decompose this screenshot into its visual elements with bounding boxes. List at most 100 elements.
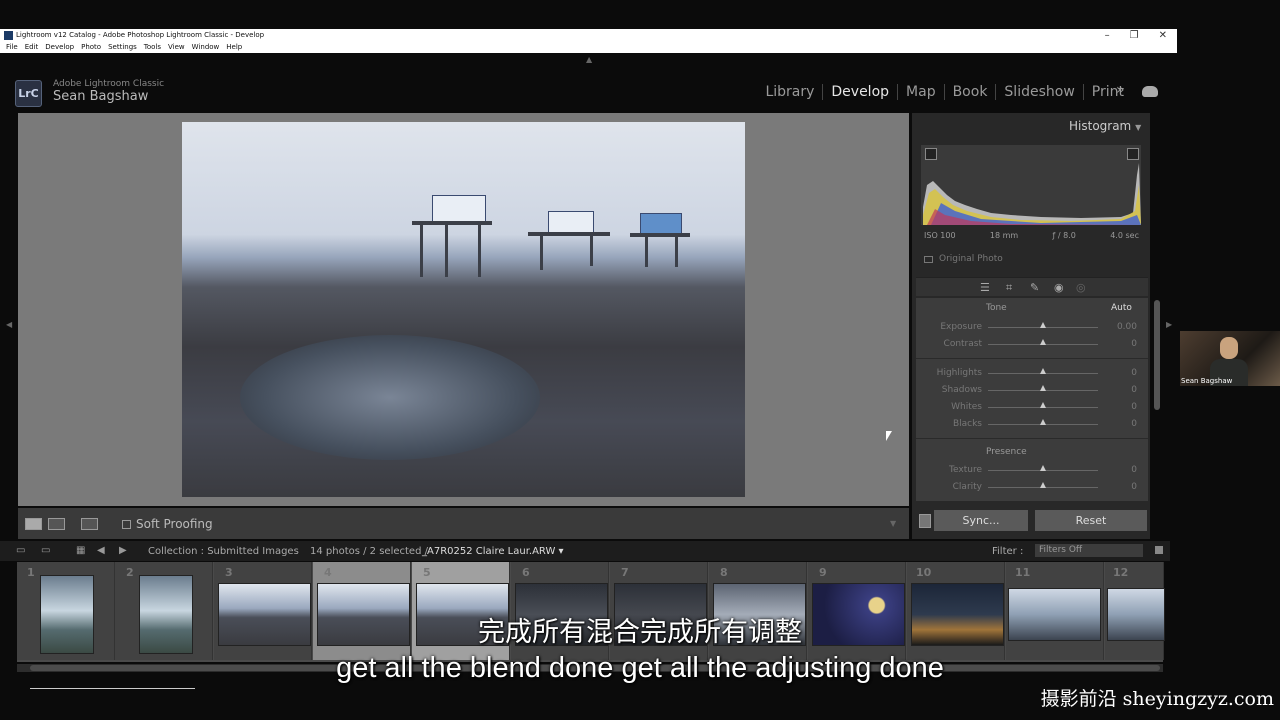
subtitle-english: get all the blend done get all the adjus… (336, 652, 944, 684)
original-photo-indicator: Original Photo (924, 254, 1003, 264)
module-map[interactable]: Map (897, 84, 944, 100)
cell-number: 2 (126, 566, 134, 579)
more-modules-icon[interactable]: » (1116, 82, 1125, 98)
main-window-icon[interactable]: ▭ (16, 545, 25, 556)
contrast-label: Contrast (943, 339, 982, 349)
highlights-value[interactable]: 0 (1104, 368, 1137, 378)
histogram-title: Histogram (1069, 119, 1132, 133)
soft-proofing-checkbox[interactable] (122, 519, 131, 529)
crop-icon[interactable]: ⌗ (1006, 281, 1012, 295)
photo-icon (924, 255, 933, 263)
reference-view-icon[interactable] (81, 518, 98, 530)
user-name: Sean Bagshaw (53, 89, 149, 104)
photo-stilt (445, 225, 448, 277)
highlights-thumb[interactable] (1040, 368, 1046, 374)
blacks-value[interactable]: 0 (1104, 419, 1137, 429)
texture-thumb[interactable] (1040, 465, 1046, 471)
forward-arrow-icon[interactable]: ▶ (119, 545, 127, 556)
whites-value[interactable]: 0 (1104, 402, 1137, 412)
lrc-logo: LrC (15, 80, 42, 107)
red-eye-icon[interactable]: ◉ (1054, 281, 1064, 294)
cell-number: 7 (621, 566, 629, 579)
menu-view[interactable]: View (168, 43, 185, 51)
module-develop[interactable]: Develop (822, 84, 897, 100)
exposure-label: Exposure (940, 322, 982, 332)
photo-stilt (420, 225, 423, 277)
module-print[interactable]: Print (1082, 84, 1132, 100)
histogram-header[interactable]: Histogram ▼ (1069, 119, 1141, 133)
shadow-clipping-icon[interactable] (925, 148, 937, 160)
toolbar-menu-icon[interactable]: ▼ (890, 519, 896, 528)
texture-value[interactable]: 0 (1104, 465, 1137, 475)
right-panel-toggle-icon[interactable]: ▶ (1166, 320, 1172, 329)
presence-label: Presence (986, 447, 1027, 457)
photo-stilt (645, 237, 648, 267)
sync-button[interactable]: Sync... (934, 510, 1028, 531)
menu-tools[interactable]: Tools (144, 43, 161, 51)
clarity-thumb[interactable] (1040, 482, 1046, 488)
top-panel-toggle-icon[interactable]: ▲ (586, 55, 592, 64)
reset-button[interactable]: Reset (1035, 510, 1147, 531)
module-library[interactable]: Library (757, 84, 822, 100)
collapse-icon[interactable]: ▼ (1135, 123, 1141, 132)
clarity-label: Clarity (952, 482, 982, 492)
filter-label: Filter : (992, 546, 1024, 557)
cloud-sync-icon[interactable] (1142, 86, 1158, 97)
menu-photo[interactable]: Photo (81, 43, 101, 51)
aperture-value: ƒ / 8.0 (1052, 231, 1076, 240)
blacks-thumb[interactable] (1040, 419, 1046, 425)
cell-number: 6 (522, 566, 530, 579)
contrast-thumb[interactable] (1040, 339, 1046, 345)
contrast-value[interactable]: 0 (1104, 339, 1137, 349)
window-title: Lightroom v12 Catalog - Adobe Photoshop … (16, 31, 265, 39)
window-title-bar: Lightroom v12 Catalog - Adobe Photoshop … (0, 29, 1177, 53)
close-button[interactable]: ✕ (1159, 30, 1167, 41)
soft-proofing-toggle[interactable]: Soft Proofing (122, 517, 213, 531)
cell-number: 8 (720, 566, 728, 579)
clarity-value[interactable]: 0 (1104, 482, 1137, 492)
left-panel-toggle-icon[interactable]: ◀ (6, 320, 12, 329)
highlight-clipping-icon[interactable] (1127, 148, 1139, 160)
highlights-label: Highlights (936, 368, 982, 378)
masking-icon[interactable]: ◎ (1076, 281, 1086, 294)
maximize-button[interactable]: ❐ (1130, 30, 1139, 41)
filter-lock-icon[interactable] (1155, 546, 1163, 554)
second-window-icon[interactable]: ▭ (41, 545, 50, 556)
menu-edit[interactable]: Edit (25, 43, 39, 51)
exposure-value[interactable]: 0.00 (1104, 322, 1137, 332)
edit-sliders-icon[interactable]: ☰ (980, 281, 990, 294)
menu-file[interactable]: File (6, 43, 18, 51)
right-panel-scrollbar[interactable] (1154, 300, 1160, 410)
grid-view-icon[interactable]: ▦ (76, 545, 85, 556)
histogram-graph[interactable] (921, 145, 1141, 225)
module-slideshow[interactable]: Slideshow (995, 84, 1082, 100)
filter-dropdown[interactable]: Filters Off (1035, 544, 1143, 557)
auto-button[interactable]: Auto (1111, 303, 1132, 313)
menu-develop[interactable]: Develop (45, 43, 74, 51)
mouse-cursor-icon (886, 431, 892, 441)
exposure-thumb[interactable] (1040, 322, 1046, 328)
whites-thumb[interactable] (1040, 402, 1046, 408)
minimize-button[interactable]: – (1105, 30, 1110, 41)
divider (916, 358, 1148, 359)
before-after-view-icon[interactable] (48, 518, 65, 530)
selected-filename[interactable]: _A7R0252 Claire Laur.ARW ▾ (422, 546, 564, 557)
shadows-value[interactable]: 0 (1104, 385, 1137, 395)
exif-info: ISO 100 18 mm ƒ / 8.0 4.0 sec (924, 231, 1139, 240)
window-controls: – ❐ ✕ (1105, 30, 1167, 41)
menu-settings[interactable]: Settings (108, 43, 137, 51)
menu-window[interactable]: Window (192, 43, 220, 51)
loupe-view-icon[interactable] (25, 518, 42, 530)
app-name: Adobe Lightroom Classic (53, 79, 165, 89)
focal-length-value: 18 mm (989, 231, 1019, 240)
back-arrow-icon[interactable]: ◀ (97, 545, 105, 556)
auto-sync-switch[interactable] (919, 514, 931, 528)
collection-source[interactable]: Collection : Submitted Images (148, 546, 299, 557)
photo-stilt (540, 236, 543, 270)
app-icon (4, 31, 13, 40)
shadows-thumb[interactable] (1040, 385, 1046, 391)
menu-help[interactable]: Help (226, 43, 242, 51)
photo-stilt (590, 236, 593, 266)
healing-icon[interactable]: ✎ (1030, 281, 1039, 294)
module-book[interactable]: Book (943, 84, 996, 100)
